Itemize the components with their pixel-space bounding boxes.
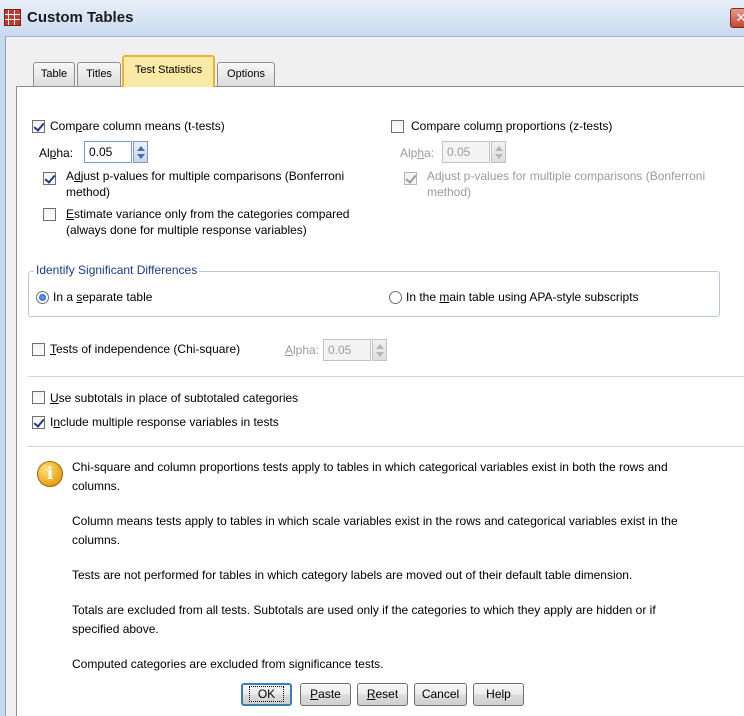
window-title: Custom Tables <box>27 9 134 26</box>
info-text-chi-square: Chi-square and column proportions tests … <box>72 460 668 493</box>
independence-checkbox[interactable] <box>32 343 45 356</box>
use-subtotals-label[interactable]: Use subtotals in place of subtotaled cat… <box>50 391 298 405</box>
ok-button[interactable]: OK <box>241 683 292 706</box>
adjust-pvalues-label-line2: method) <box>66 185 111 199</box>
identify-differences-legend: Identify Significant Differences <box>34 263 200 277</box>
independence-alpha-label: Alpha: <box>285 343 320 357</box>
means-alpha-input[interactable]: 0.05 <box>84 141 132 163</box>
info-text-not-performed: Tests are not performed for tables in wh… <box>72 568 633 582</box>
independence-alpha-spinner[interactable] <box>372 339 387 361</box>
separator <box>28 376 744 377</box>
means-alpha-label: Alpha: <box>39 146 74 160</box>
compare-proportions-checkbox[interactable] <box>391 120 404 133</box>
window-frame <box>0 36 6 716</box>
separate-table-label[interactable]: In a separate table <box>53 290 152 304</box>
close-button[interactable]: ✕ <box>730 8 744 28</box>
custom-tables-app-icon <box>4 9 21 26</box>
props-alpha-label: Alpha: <box>400 146 435 160</box>
include-multiple-response-label[interactable]: Include multiple response variables in t… <box>50 415 279 429</box>
independence-label[interactable]: Tests of independence (Chi-square) <box>50 342 240 356</box>
reset-button[interactable]: Reset <box>357 683 408 706</box>
means-alpha-spinner[interactable] <box>133 141 148 163</box>
tab-options[interactable]: Options <box>217 62 275 86</box>
info-icon: i <box>37 461 63 487</box>
use-subtotals-checkbox[interactable] <box>32 391 45 404</box>
compare-proportions-label[interactable]: Compare column proportions (z-tests) <box>411 119 612 133</box>
props-alpha-spinner[interactable] <box>491 141 506 163</box>
info-text-totals: Totals are excluded from all tests. Subt… <box>72 603 656 636</box>
compare-means-label[interactable]: Compare column means (t-tests) <box>50 119 225 133</box>
separate-table-radio[interactable] <box>36 291 49 304</box>
adjust-pvalues-label[interactable]: Adjust p-values for multiple comparisons… <box>66 169 344 183</box>
estimate-variance-label-line2: (always done for multiple response varia… <box>66 223 307 237</box>
props-adjust-pvalues-label: Adjust p-values for multiple comparisons… <box>427 169 706 183</box>
props-adjust-pvalues-checkbox[interactable] <box>404 172 417 185</box>
tab-table[interactable]: Table <box>33 62 75 86</box>
main-table-radio[interactable] <box>389 291 402 304</box>
main-table-label[interactable]: In the main table using APA-style subscr… <box>406 290 639 304</box>
estimate-variance-label[interactable]: Estimate variance only from the categori… <box>66 207 349 221</box>
compare-means-checkbox[interactable] <box>32 120 45 133</box>
cancel-button[interactable]: Cancel <box>414 683 467 706</box>
separator <box>28 446 744 447</box>
tab-test-statistics[interactable]: Test Statistics <box>122 55 215 87</box>
props-alpha-input[interactable]: 0.05 <box>442 141 490 163</box>
info-text-column-means: Column means tests apply to tables in wh… <box>72 514 678 547</box>
info-text-computed: Computed categories are excluded from si… <box>72 657 384 671</box>
props-adjust-pvalues-label-line2: method) <box>427 185 472 199</box>
adjust-pvalues-checkbox[interactable] <box>43 172 56 185</box>
paste-button[interactable]: Paste <box>300 683 351 706</box>
tab-titles[interactable]: Titles <box>77 62 121 86</box>
help-button[interactable]: Help <box>473 683 524 706</box>
estimate-variance-checkbox[interactable] <box>43 208 56 221</box>
independence-alpha-input[interactable]: 0.05 <box>323 339 371 361</box>
include-multiple-response-checkbox[interactable] <box>32 416 45 429</box>
